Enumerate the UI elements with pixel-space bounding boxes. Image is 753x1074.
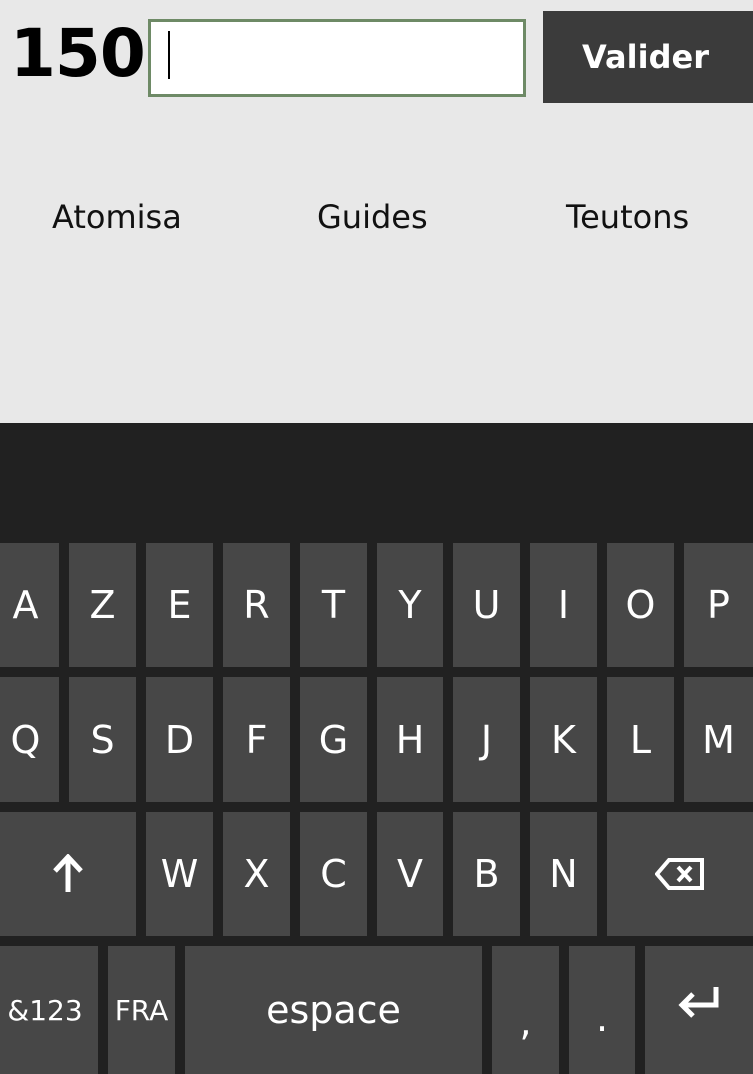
key-f[interactable]: F xyxy=(223,677,290,802)
on-screen-keyboard: A Z E R T Y U I O P Q S D F G H J K L M … xyxy=(0,423,753,1074)
text-caret xyxy=(168,31,170,79)
suggestion-word[interactable]: Guides xyxy=(317,198,428,236)
key-v[interactable]: V xyxy=(377,812,443,936)
up-arrow-icon xyxy=(51,854,85,894)
key-s[interactable]: S xyxy=(69,677,136,802)
key-a[interactable]: A xyxy=(0,543,59,667)
key-b[interactable]: B xyxy=(453,812,520,936)
key-u[interactable]: U xyxy=(453,543,520,667)
backspace-key[interactable] xyxy=(607,812,753,936)
key-i[interactable]: I xyxy=(530,543,597,667)
key-w[interactable]: W xyxy=(146,812,213,936)
score-display: 150 xyxy=(10,15,146,92)
valider-button[interactable]: Valider xyxy=(543,11,753,103)
key-m[interactable]: M xyxy=(684,677,753,802)
backspace-icon xyxy=(655,857,705,891)
suggestion-word[interactable]: Atomisa xyxy=(52,198,182,236)
symbols-key[interactable]: &123 xyxy=(0,946,98,1074)
period-key[interactable]: . xyxy=(569,946,635,1074)
key-j[interactable]: J xyxy=(453,677,520,802)
key-e[interactable]: E xyxy=(146,543,213,667)
enter-arrow-icon xyxy=(677,985,721,1019)
key-t[interactable]: T xyxy=(300,543,367,667)
suggestion-word[interactable]: Teutons xyxy=(566,198,689,236)
key-p[interactable]: P xyxy=(684,543,753,667)
comma-key[interactable]: , xyxy=(492,946,559,1074)
key-h[interactable]: H xyxy=(377,677,443,802)
game-area: 150 Valider Atomisa Guides Teutons xyxy=(0,0,753,423)
key-d[interactable]: D xyxy=(146,677,213,802)
space-key[interactable]: espace xyxy=(185,946,482,1074)
key-x[interactable]: X xyxy=(223,812,290,936)
key-g[interactable]: G xyxy=(300,677,367,802)
key-y[interactable]: Y xyxy=(377,543,443,667)
enter-key[interactable] xyxy=(645,946,753,1074)
language-key[interactable]: FRA xyxy=(108,946,175,1074)
key-n[interactable]: N xyxy=(530,812,597,936)
key-l[interactable]: L xyxy=(607,677,674,802)
key-o[interactable]: O xyxy=(607,543,674,667)
key-c[interactable]: C xyxy=(300,812,367,936)
answer-input[interactable] xyxy=(148,19,526,97)
key-r[interactable]: R xyxy=(223,543,290,667)
key-q[interactable]: Q xyxy=(0,677,59,802)
key-k[interactable]: K xyxy=(530,677,597,802)
key-z[interactable]: Z xyxy=(69,543,136,667)
shift-key[interactable] xyxy=(0,812,136,936)
